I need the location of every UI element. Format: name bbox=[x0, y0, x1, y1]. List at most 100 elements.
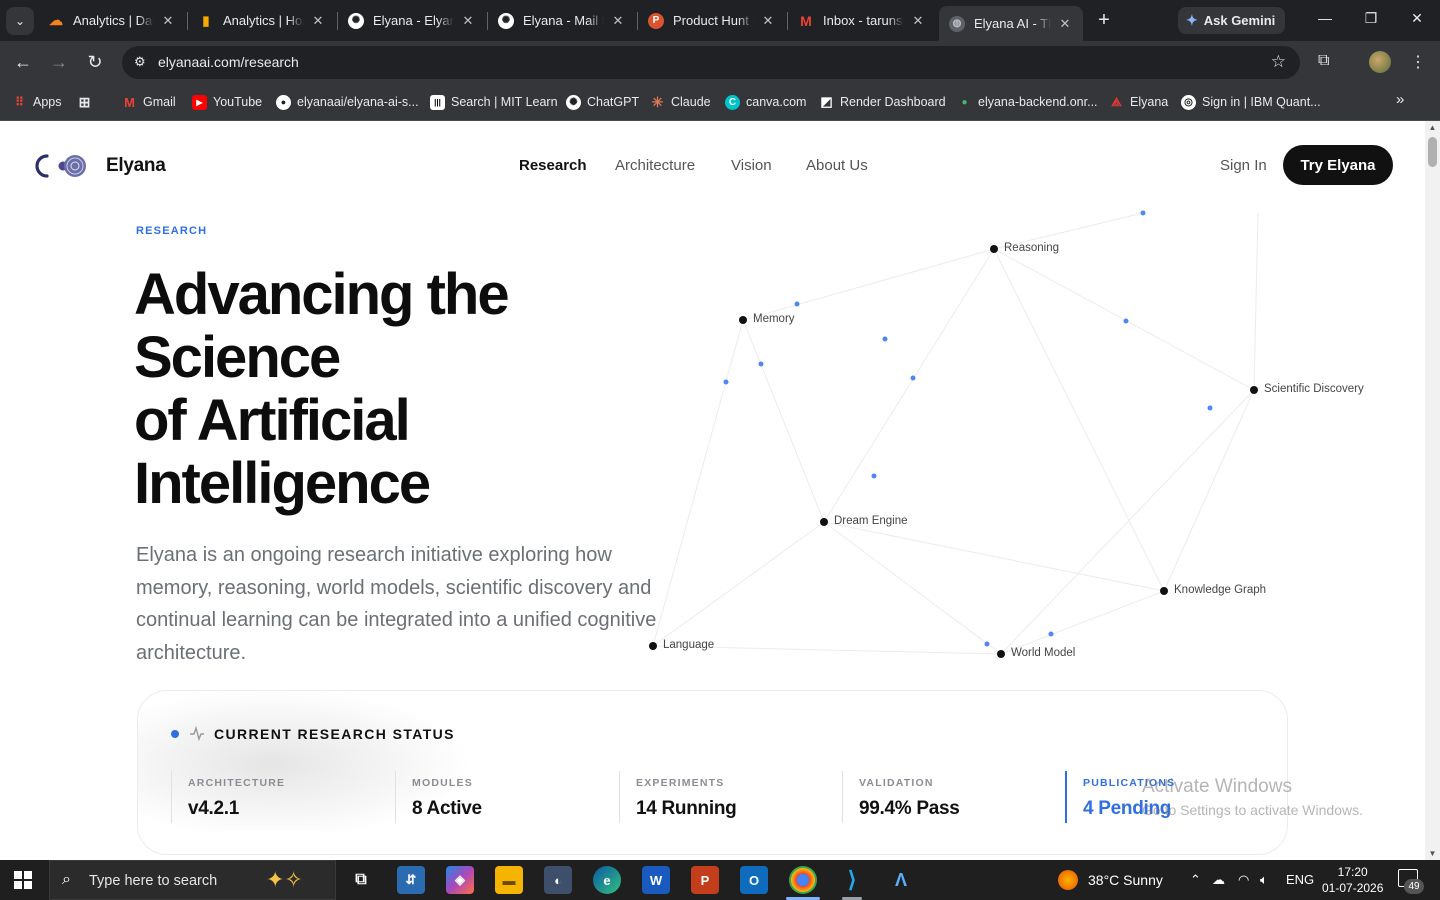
brand-name[interactable]: Elyana bbox=[106, 155, 166, 177]
new-tab-button[interactable]: + bbox=[1092, 8, 1116, 32]
tab-product-hunt[interactable]: P Product Hunt – ✕ bbox=[638, 6, 786, 35]
page-scrollbar[interactable]: ▲ ▼ bbox=[1425, 121, 1440, 860]
file-explorer-icon[interactable]: ▬ bbox=[495, 866, 523, 894]
bookmark-apps[interactable]: ⠿ Apps bbox=[12, 93, 61, 111]
nav-research[interactable]: Research bbox=[519, 157, 587, 174]
system-clock[interactable]: 17:20 01-07-2026 bbox=[1322, 864, 1383, 896]
title-line: of Artificial bbox=[134, 388, 411, 453]
sign-in-link[interactable]: Sign In bbox=[1220, 157, 1267, 174]
try-elyana-button[interactable]: Try Elyana bbox=[1283, 145, 1393, 185]
volume-icon[interactable]: 🔈︎ bbox=[1260, 872, 1268, 888]
tab-elyana-ai-active[interactable]: ◍ Elyana AI - The ✕ bbox=[939, 6, 1083, 41]
edge-browser-icon[interactable]: e bbox=[593, 866, 621, 894]
bookmark-github[interactable]: ● elyanaai/elyana-ai-s... bbox=[276, 93, 419, 111]
onedrive-cloud-icon[interactable]: ☁ bbox=[1212, 872, 1225, 888]
chrome-menu-icon[interactable]: ⋮ bbox=[1410, 52, 1426, 72]
node-language[interactable] bbox=[649, 642, 657, 650]
tab-analytics-home[interactable]: ▮ Analytics | Home ✕ bbox=[188, 6, 336, 35]
title-line: Science bbox=[134, 325, 341, 390]
scroll-up-arrow-icon[interactable]: ▲ bbox=[1425, 123, 1440, 132]
node-memory[interactable] bbox=[739, 316, 747, 324]
node-label-scientific-discovery: Scientific Discovery bbox=[1264, 383, 1364, 395]
taskbar-search-box[interactable]: ⌕ Type here to search ✦✧ bbox=[49, 860, 336, 900]
close-tab-icon[interactable]: ✕ bbox=[760, 13, 776, 29]
node-dream-engine[interactable] bbox=[820, 518, 828, 526]
task-view-icon[interactable]: ⧉ bbox=[347, 866, 375, 894]
back-arrow-icon[interactable]: ← bbox=[12, 51, 34, 73]
copilot-icon[interactable]: ◈ bbox=[446, 866, 474, 894]
close-tab-icon[interactable]: ✕ bbox=[610, 13, 626, 29]
nav-vision[interactable]: Vision bbox=[731, 157, 772, 174]
close-tab-icon[interactable]: ✕ bbox=[1057, 16, 1073, 32]
bookmark-claude[interactable]: ✳ Claude bbox=[650, 93, 711, 111]
bookmark-ibm-quantum[interactable]: ◎ Sign in | IBM Quant... bbox=[1181, 93, 1321, 111]
profile-avatar[interactable] bbox=[1369, 51, 1391, 73]
weather-widget[interactable]: 38°C Sunny bbox=[1058, 870, 1163, 890]
bookmark-render[interactable]: ◩ Render Dashboard bbox=[819, 93, 945, 111]
restore-icon[interactable]: ❐ bbox=[1361, 10, 1381, 27]
node-label-dream-engine: Dream Engine bbox=[834, 515, 908, 527]
windows-start-icon[interactable] bbox=[14, 871, 32, 889]
node-knowledge-graph[interactable] bbox=[1160, 587, 1168, 595]
node-label-reasoning: Reasoning bbox=[1004, 242, 1059, 254]
wifi-icon[interactable]: ◠ bbox=[1238, 872, 1249, 888]
graph-particle bbox=[910, 375, 916, 381]
openai-icon: ✺ bbox=[348, 12, 364, 29]
bookmark-youtube[interactable]: ▶ YouTube bbox=[192, 93, 262, 111]
extensions-puzzle-icon[interactable]: ⧉ bbox=[1318, 52, 1329, 70]
graph-edge bbox=[1000, 590, 1165, 655]
reload-icon[interactable]: ↻ bbox=[84, 51, 106, 73]
node-reasoning[interactable] bbox=[990, 245, 998, 253]
gemini-spark-icon: ✦ bbox=[1186, 12, 1198, 28]
chrome-icon[interactable] bbox=[789, 866, 817, 894]
more-bookmarks-icon[interactable]: » bbox=[1396, 91, 1404, 108]
tab-inbox[interactable]: M Inbox - tarunsi ✕ bbox=[788, 6, 936, 35]
file-transfer-app-icon[interactable]: ⇵ bbox=[397, 866, 425, 894]
close-tab-icon[interactable]: ✕ bbox=[310, 13, 326, 29]
claude-icon: ✳ bbox=[651, 93, 664, 110]
bookmark-elyana[interactable]: ⟁ Elyana bbox=[1109, 93, 1168, 111]
media-app-icon[interactable]: ◐ bbox=[544, 866, 572, 894]
scroll-down-arrow-icon[interactable]: ▼ bbox=[1425, 849, 1440, 858]
bookmark-mit-learn[interactable]: ||| Search | MIT Learn bbox=[430, 93, 558, 111]
bookmark-tab-groups[interactable]: ⊞ bbox=[77, 93, 98, 111]
close-tab-icon[interactable]: ✕ bbox=[160, 13, 176, 29]
bookmark-canva[interactable]: C canva.com bbox=[725, 93, 806, 111]
chevron-down-icon: ⌄ bbox=[14, 14, 26, 28]
bookmark-elyana-backend[interactable]: ● elyana-backend.onr... bbox=[957, 93, 1097, 111]
bookmark-gmail[interactable]: M Gmail bbox=[122, 93, 176, 111]
word-icon[interactable]: W bbox=[642, 866, 670, 894]
bookmark-star-icon[interactable]: ☆ bbox=[1271, 52, 1286, 72]
bookmark-chatgpt[interactable]: ✺ ChatGPT bbox=[566, 93, 639, 111]
tab-elyana[interactable]: ✺ Elyana - Elyana ✕ bbox=[338, 6, 486, 35]
forward-arrow-icon[interactable]: → bbox=[48, 51, 70, 73]
site-settings-icon[interactable]: ⚙ bbox=[134, 54, 150, 70]
powerpoint-icon[interactable]: P bbox=[691, 866, 719, 894]
url-text[interactable]: elyanaai.com/research bbox=[158, 54, 299, 70]
node-label-knowledge-graph: Knowledge Graph bbox=[1174, 584, 1267, 596]
elyana-logo-icon[interactable] bbox=[34, 153, 90, 179]
mit-icon: ||| bbox=[430, 94, 445, 110]
ask-gemini-button[interactable]: ✦ Ask Gemini bbox=[1178, 7, 1285, 34]
tab-analytics-dashboard[interactable]: ☁ Analytics | Dashboard ✕ bbox=[38, 6, 186, 35]
tab-elyana-mail[interactable]: ✺ Elyana - Mail to ✕ bbox=[488, 6, 636, 35]
address-bar[interactable]: ⚙ elyanaai.com/research ☆ bbox=[122, 46, 1300, 79]
node-scientific-discovery[interactable] bbox=[1250, 386, 1258, 394]
tray-chevron-up-icon[interactable]: ⌃ bbox=[1190, 872, 1201, 888]
close-tab-icon[interactable]: ✕ bbox=[910, 13, 926, 29]
nav-about-us[interactable]: About Us bbox=[806, 157, 868, 174]
tab-search-button[interactable]: ⌄ bbox=[6, 7, 34, 35]
close-tab-icon[interactable]: ✕ bbox=[460, 13, 476, 29]
vscode-icon[interactable]: ⟩ bbox=[838, 866, 866, 894]
nav-architecture[interactable]: Architecture bbox=[615, 157, 695, 174]
minimize-icon[interactable]: — bbox=[1315, 10, 1335, 26]
node-world-model[interactable] bbox=[997, 650, 1005, 658]
language-indicator[interactable]: ENG bbox=[1286, 872, 1314, 887]
activity-pulse-icon bbox=[190, 725, 204, 742]
sun-icon bbox=[1058, 870, 1078, 890]
ibm-quantum-icon: ◎ bbox=[1181, 94, 1196, 110]
azure-app-icon[interactable]: Λ bbox=[887, 866, 915, 894]
outlook-icon[interactable]: O bbox=[740, 866, 768, 894]
close-window-icon[interactable]: ✕ bbox=[1407, 10, 1427, 27]
scroll-thumb[interactable] bbox=[1428, 137, 1437, 167]
